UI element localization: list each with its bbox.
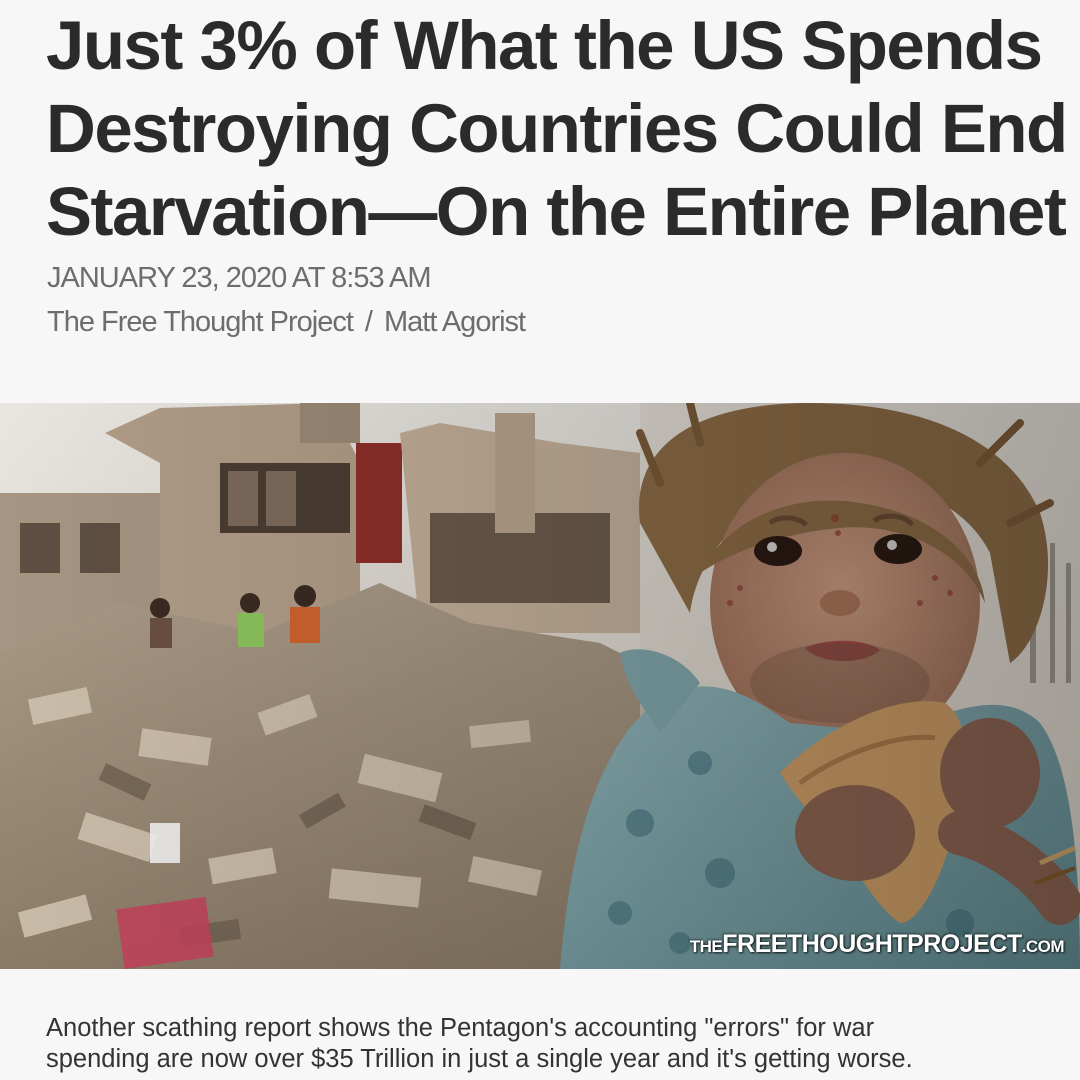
headline-line: Just 3% of What the US Spends bbox=[46, 7, 1043, 84]
watermark-suffix: .COM bbox=[1021, 937, 1065, 956]
watermark-prefix: THE bbox=[689, 937, 723, 956]
watermark-main: FREETHOUGHTPROJECT bbox=[722, 930, 1022, 958]
source-link[interactable]: The Free Thought Project bbox=[47, 306, 354, 338]
article-summary: Another scathing report shows the Pentag… bbox=[46, 1013, 1056, 1075]
site-watermark: THEFREETHOUGHTPROJECT.COM bbox=[689, 930, 1065, 959]
byline: The Free Thought Project / Matt Agorist bbox=[47, 306, 526, 339]
article-page: Just 3% of What the US Spends Destroying… bbox=[0, 0, 1080, 1080]
article-headline[interactable]: Just 3% of What the US Spends Destroying… bbox=[46, 4, 1068, 253]
headline-line: Starvation—On the Entire Planet bbox=[46, 173, 1067, 250]
publish-date: JANUARY 23, 2020 AT 8:53 AM bbox=[47, 262, 432, 294]
rubble-and-child-photo bbox=[0, 403, 1080, 969]
summary-line: spending are now over $35 Trillion in ju… bbox=[46, 1045, 913, 1073]
headline-line: Destroying Countries Could End bbox=[46, 90, 1068, 167]
summary-line: Another scathing report shows the Pentag… bbox=[46, 1014, 875, 1042]
author-link[interactable]: Matt Agorist bbox=[384, 306, 526, 338]
byline-separator: / bbox=[364, 306, 373, 338]
hero-image[interactable]: THEFREETHOUGHTPROJECT.COM bbox=[0, 403, 1080, 969]
